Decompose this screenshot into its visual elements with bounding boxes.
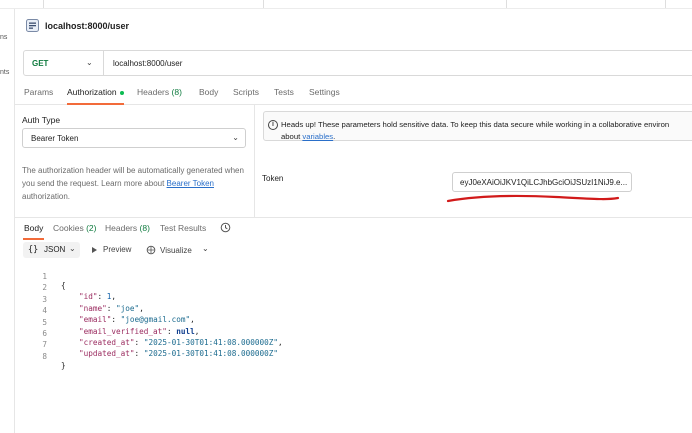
response-tab-body[interactable]: Body xyxy=(24,223,43,233)
method-select[interactable]: GET xyxy=(32,59,48,68)
code-line: 1 { xyxy=(15,263,692,290)
chevron-down-icon[interactable]: ⌄ xyxy=(202,244,209,253)
heads-up-line1: Heads up! These parameters hold sensitiv… xyxy=(281,120,670,129)
code-line: 8 } xyxy=(15,343,692,370)
auth-type-label: Auth Type xyxy=(22,115,61,125)
response-tab-cookies[interactable]: Cookies (2) xyxy=(53,223,96,233)
format-label: JSON xyxy=(44,245,66,254)
response-toolbar: {} JSON ⌄ Preview Visualize ⌄ xyxy=(15,240,692,260)
response-tab-headers-count: (8) xyxy=(139,223,150,233)
heads-up-line2: about variables. xyxy=(281,131,692,143)
tab-body[interactable]: Body xyxy=(199,87,218,97)
left-sidebar: ns nts xyxy=(0,9,15,433)
sidebar-fragment[interactable]: nts xyxy=(0,69,9,76)
red-underline-annotation xyxy=(446,194,620,203)
request-tabs: Params Authorization Headers (8) Body Sc… xyxy=(15,81,692,105)
url-input[interactable]: localhost:8000/user xyxy=(113,59,182,68)
preview-button[interactable]: Preview xyxy=(92,245,131,254)
preview-label: Preview xyxy=(103,245,132,254)
tab-separator xyxy=(43,0,44,8)
chevron-down-icon: ⌄ xyxy=(232,133,239,142)
info-icon: i xyxy=(268,120,278,130)
tab-headers[interactable]: Headers (8) xyxy=(137,87,182,97)
tab-authorization[interactable]: Authorization xyxy=(67,87,124,97)
play-icon xyxy=(92,247,97,253)
tab-headers-count: (8) xyxy=(171,87,182,97)
tab-authorization-label: Authorization xyxy=(67,87,117,97)
heads-up-text: Heads up! These parameters hold sensitiv… xyxy=(281,119,692,143)
heads-up-line2-prefix: about xyxy=(281,132,303,141)
history-icon[interactable] xyxy=(220,222,231,233)
braces-icon: {} xyxy=(28,245,39,255)
token-value: eyJ0eXAiOiJKV1QiLCJhbGciOiJSUzI1NiJ9.e..… xyxy=(460,178,628,187)
visualize-button[interactable]: Visualize xyxy=(146,245,192,255)
heads-up-line2-suffix: . xyxy=(333,132,336,141)
tab-separator xyxy=(665,0,666,8)
response-tab-cookies-label: Cookies xyxy=(53,223,84,233)
code-line: 4 "email": "joe@gmail.com", xyxy=(15,297,692,324)
token-label: Token xyxy=(262,174,284,183)
close-brace: } xyxy=(61,360,66,370)
chevron-down-icon: ⌄ xyxy=(69,244,76,253)
auth-type-select[interactable]: Bearer Token ⌄ xyxy=(22,128,246,148)
auth-type-value: Bearer Token xyxy=(31,134,79,143)
response-tab-test-results[interactable]: Test Results xyxy=(160,223,206,233)
tab-tests[interactable]: Tests xyxy=(274,87,294,97)
response-body: 1 { 2 "id": 1, 3 "name": "joe", 4 "email… xyxy=(15,263,692,370)
tab-separator xyxy=(506,0,507,8)
auth-type-panel: Auth Type Bearer Token ⌄ The authorizati… xyxy=(15,105,255,217)
tab-headers-label: Headers xyxy=(137,87,170,97)
sidebar-fragment[interactable]: ns xyxy=(0,34,7,41)
request-title[interactable]: localhost:8000/user xyxy=(45,21,129,31)
code-line: 3 "name": "joe", xyxy=(15,286,692,313)
request-title-bar: localhost:8000/user xyxy=(15,9,692,44)
window-top-strip xyxy=(0,0,692,9)
code-line: 5 "email_verified_at": null, xyxy=(15,309,692,336)
main-panel: localhost:8000/user GET ⌄ localhost:8000… xyxy=(15,9,692,433)
request-http-icon xyxy=(26,19,39,32)
code-line: 7 "updated_at": "2025-01-30T01:41:08.000… xyxy=(15,331,692,358)
bearer-token-link[interactable]: Bearer Token xyxy=(167,179,214,188)
url-bar: GET ⌄ localhost:8000/user xyxy=(23,50,692,76)
tab-params[interactable]: Params xyxy=(24,87,53,97)
response-tab-cookies-count: (2) xyxy=(86,223,97,233)
line-number: 8 xyxy=(42,351,47,361)
active-status-dot xyxy=(119,90,124,95)
heads-up-banner: i Heads up! These parameters hold sensit… xyxy=(263,111,692,141)
response-tab-headers-label: Headers xyxy=(105,223,138,233)
visualize-icon xyxy=(146,245,156,255)
response-tabs: Body Cookies (2) Headers (8) Test Result… xyxy=(15,218,692,240)
url-divider xyxy=(103,51,104,75)
tab-separator xyxy=(263,0,264,8)
tab-scripts[interactable]: Scripts xyxy=(233,87,259,97)
auth-description-suffix: authorization. xyxy=(22,192,71,201)
code-line: 6 "created_at": "2025-01-30T01:41:08.000… xyxy=(15,320,692,347)
visualize-label: Visualize xyxy=(160,246,192,255)
format-select[interactable]: {} JSON ⌄ xyxy=(23,242,80,258)
response-tab-headers[interactable]: Headers (8) xyxy=(105,223,150,233)
auth-details-panel: i Heads up! These parameters hold sensit… xyxy=(256,105,692,217)
auth-description: The authorization header will be automat… xyxy=(22,164,248,203)
token-input[interactable]: eyJ0eXAiOiJKV1QiLCJhbGciOiJSUzI1NiJ9.e..… xyxy=(452,172,632,192)
variables-link[interactable]: variables xyxy=(302,132,333,141)
code-line: 2 "id": 1, xyxy=(15,274,692,301)
tab-settings[interactable]: Settings xyxy=(309,87,340,97)
chevron-down-icon[interactable]: ⌄ xyxy=(86,58,93,67)
